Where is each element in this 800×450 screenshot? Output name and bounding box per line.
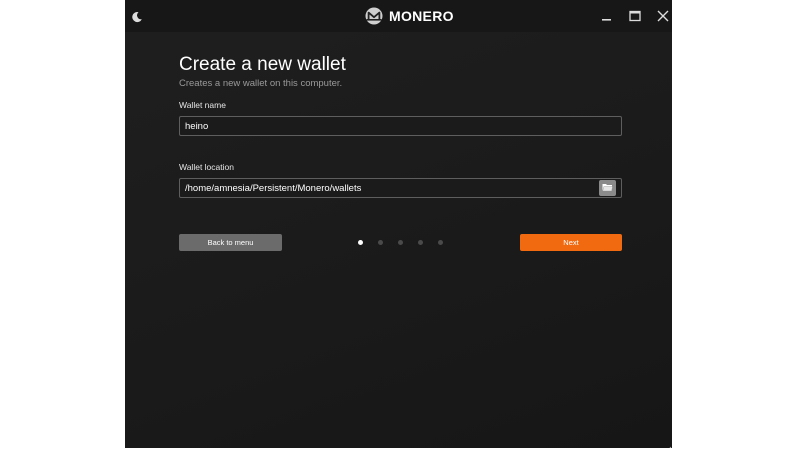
maximize-icon[interactable] (627, 8, 643, 24)
wallet-name-input[interactable] (179, 116, 622, 136)
minimize-icon[interactable] (599, 8, 615, 24)
step-dot-3 (398, 240, 403, 245)
app-brand: MONERO (365, 6, 454, 26)
app-name: MONERO (389, 8, 454, 24)
monero-logo-icon (365, 7, 383, 25)
wallet-location-input[interactable] (179, 178, 622, 198)
step-dot-4 (418, 240, 423, 245)
browse-location-button[interactable] (599, 180, 616, 196)
wallet-location-label: Wallet location (179, 162, 234, 172)
step-dot-2 (378, 240, 383, 245)
wallet-name-label: Wallet name (179, 100, 226, 110)
moon-icon[interactable] (131, 10, 143, 23)
page-title: Create a new wallet (179, 54, 346, 75)
back-to-menu-button[interactable]: Back to menu (179, 234, 282, 251)
resize-grip-icon[interactable] (665, 440, 672, 448)
step-dot-1 (358, 240, 363, 245)
title-bar: MONERO (125, 0, 672, 32)
monero-wallet-window: MONERO Create a new wallet Creates a new… (125, 0, 672, 448)
create-wallet-form: Create a new wallet Creates a new wallet… (179, 54, 622, 251)
folder-open-icon (602, 179, 613, 197)
close-icon[interactable] (655, 8, 671, 24)
next-button[interactable]: Next (520, 234, 622, 251)
step-dot-5 (438, 240, 443, 245)
page-subtitle: Creates a new wallet on this computer. (179, 78, 343, 89)
